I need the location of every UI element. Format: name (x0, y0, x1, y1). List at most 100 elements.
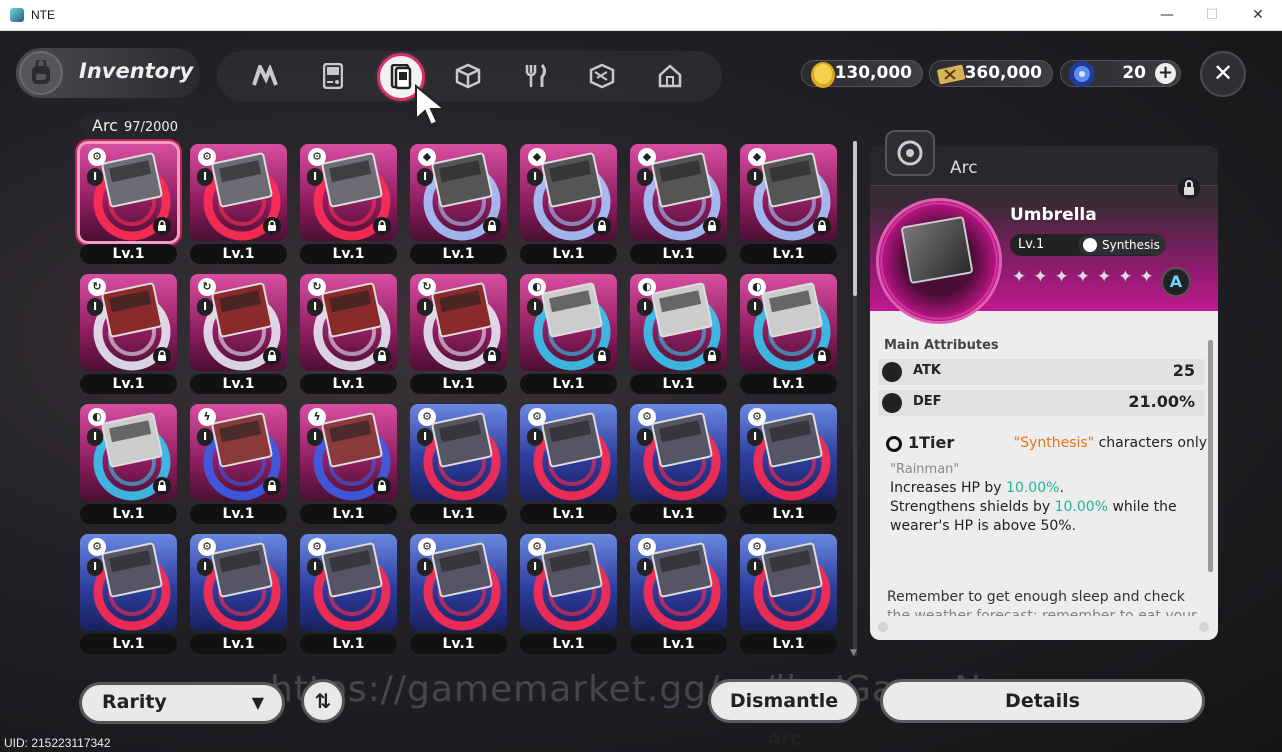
details-button[interactable]: Details (880, 679, 1205, 723)
arc-item-card[interactable]: ⚙ I (410, 534, 507, 631)
arc-item-card[interactable]: ◆ I (520, 144, 617, 241)
close-button[interactable]: ✕ (1200, 51, 1246, 97)
tab-devices[interactable] (313, 56, 353, 96)
lock-icon (373, 477, 391, 495)
dismantle-arc-button[interactable]: Dismantle Arc (708, 679, 860, 750)
arc-type-icon: ⚙ (418, 538, 436, 556)
arc-item-card[interactable]: ⚙ I (190, 144, 287, 241)
minimize-button[interactable]: — (1152, 4, 1182, 26)
n-logo-icon (252, 65, 278, 86)
item-level-label: Lv.1 (630, 504, 727, 524)
restriction-text: "Synthesis" characters only (1013, 435, 1207, 451)
arc-item-card[interactable]: ◆ I (630, 144, 727, 241)
arc-item-card[interactable]: ↻ I (300, 274, 397, 371)
arc-item-card[interactable]: ◆ I (740, 144, 837, 241)
tier-label: I (747, 168, 763, 186)
tier-label: I (747, 298, 763, 316)
item-level-label: Lv.1 (410, 504, 507, 524)
tier-row: 1Tier "Synthesis" characters only (882, 433, 1207, 455)
arc-item-card[interactable]: ⚙ I (630, 404, 727, 501)
scroll-down-arrow[interactable]: ▼ (850, 648, 857, 658)
scrollbar-thumb[interactable] (853, 141, 857, 296)
tab-food[interactable] (515, 56, 555, 96)
tier-label: I (637, 168, 653, 186)
house-icon (658, 64, 682, 88)
lock-toggle[interactable] (1178, 177, 1200, 199)
arc-item-card[interactable]: ⚙ I (410, 404, 507, 501)
arc-item-card[interactable]: ⚙ I (300, 144, 397, 241)
gold-currency: 130,000 (801, 60, 923, 88)
item-level-label: Lv.1 (300, 374, 397, 394)
arc-type-icon: ◆ (528, 148, 546, 166)
item-level-bar: Lv.1 Synthesis (1010, 234, 1166, 256)
detail-item-type: Arc (950, 158, 978, 178)
arc-type-icon: ϟ (308, 408, 326, 426)
arc-item-card[interactable]: ◐ I (520, 274, 617, 371)
arc-item-card[interactable]: ϟI (300, 404, 397, 501)
item-portrait (876, 198, 1002, 324)
tab-materials[interactable] (448, 56, 488, 96)
arc-item-card[interactable]: ⚙ I (740, 534, 837, 631)
app-icon (10, 8, 24, 22)
close-window-button[interactable]: ✕ (1243, 4, 1273, 26)
tier-label: I (197, 428, 213, 446)
lock-icon (813, 347, 831, 365)
arc-type-icon: ◆ (418, 148, 436, 166)
rank-badge: A (1161, 267, 1191, 297)
tier-label: I (417, 558, 433, 576)
tab-furniture[interactable] (650, 56, 690, 96)
arc-item-card[interactable]: ⚙ I (740, 404, 837, 501)
fork-knife-icon (525, 64, 546, 87)
target-icon (886, 436, 902, 452)
arc-item-card[interactable]: ϟI (190, 404, 287, 501)
maximize-button[interactable]: ☐ (1197, 4, 1227, 26)
item-level-label: Lv.1 (80, 374, 177, 394)
tab-arc-shards[interactable] (245, 56, 285, 96)
arc-item-card[interactable]: ◆ I (410, 144, 507, 241)
tier-label: I (197, 558, 213, 576)
tier-label: I (747, 428, 763, 446)
arc-item-card[interactable]: ⚙ I (520, 534, 617, 631)
arc-item-card[interactable]: ⚙ I (300, 534, 397, 631)
arc-item-card[interactable]: ◐ I (630, 274, 727, 371)
arc-type-icon: ⚙ (88, 538, 106, 556)
arc-item-card[interactable]: ⚙ I (80, 144, 177, 241)
gear-icon (1083, 238, 1097, 252)
item-level-label: Lv.1 (740, 634, 837, 654)
arc-item-card[interactable]: ⚙ I (520, 404, 617, 501)
tier-label: I (417, 428, 433, 446)
item-level-label: Lv.1 (740, 504, 837, 524)
item-level-label: Lv.1 (630, 634, 727, 654)
cube-icon (455, 63, 481, 89)
tier-label: I (87, 298, 103, 316)
crystal-currency: 20 + (1060, 60, 1181, 87)
attr-def: DEF 21.00% (878, 390, 1205, 416)
lock-icon (263, 477, 281, 495)
arc-item-card[interactable]: ⚙ I (190, 534, 287, 631)
mouse-cursor-icon (415, 83, 447, 127)
crystal-icon (1069, 61, 1095, 87)
tab-items[interactable] (582, 56, 622, 96)
arc-item-card[interactable]: ↻ I (80, 274, 177, 371)
arc-item-card[interactable]: ◐ I (80, 404, 177, 501)
rarity-sort-dropdown[interactable]: Rarity ▼ (79, 682, 285, 724)
arc-item-card[interactable]: ◐ I (740, 274, 837, 371)
inventory-scrollbar[interactable] (853, 141, 857, 656)
item-group-tag: Synthesis (1078, 235, 1166, 255)
main-attributes-heading: Main Attributes (884, 338, 999, 353)
arc-item-card[interactable]: ⚙ I (630, 534, 727, 631)
tier-label: I (637, 428, 653, 446)
def-shield-icon (882, 393, 902, 413)
item-level-label: Lv.1 (740, 374, 837, 394)
tier-label: I (307, 428, 323, 446)
item-name: Umbrella (1010, 205, 1097, 225)
item-level-label: Lv.1 (520, 244, 617, 264)
sort-order-button[interactable]: ⇅ (301, 679, 345, 723)
detail-scrollbar[interactable] (1208, 340, 1213, 572)
arc-item-card[interactable]: ↻ I (190, 274, 287, 371)
arc-type-icon: ↻ (418, 278, 436, 296)
effect-line-3: wearer's HP is above 50%. (890, 518, 1077, 534)
arc-item-card[interactable]: ⚙ I (80, 534, 177, 631)
add-crystal-button[interactable]: + (1155, 63, 1176, 84)
arc-item-card[interactable]: ↻ I (410, 274, 507, 371)
